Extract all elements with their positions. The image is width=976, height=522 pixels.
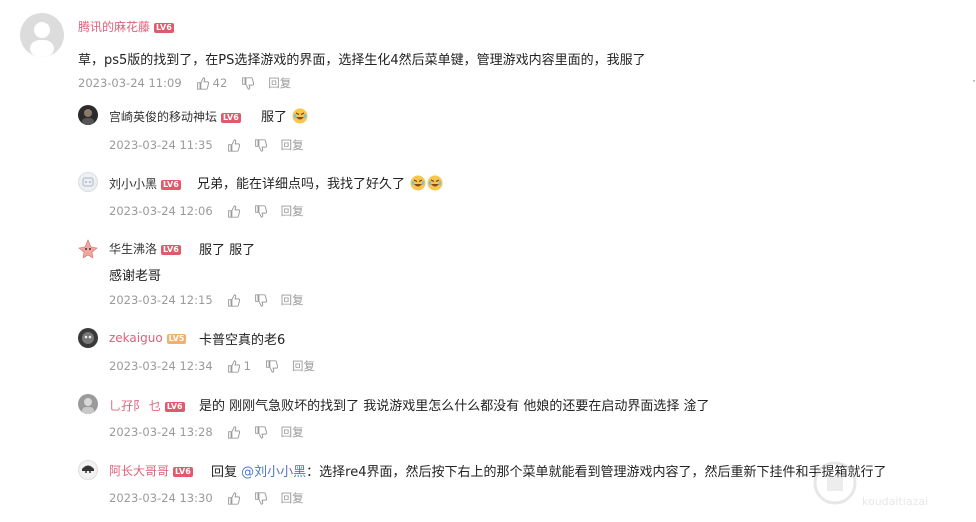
thumb-down-icon	[254, 138, 267, 152]
like-button[interactable]: 42	[196, 76, 228, 90]
username[interactable]: 刘小小黑 LV6	[109, 175, 181, 192]
level-badge: LV6	[154, 22, 174, 33]
level-badge: LV6	[173, 466, 193, 477]
level-badge: LV6	[161, 244, 181, 255]
dislike-button[interactable]	[254, 491, 267, 505]
comment-text: 草，ps5版的找到了，在PS选择游戏的界面，选择生化4然后菜单键，管理游戏内容里…	[78, 53, 646, 68]
username[interactable]: 宫崎英俊的移动神坛 LV6	[109, 108, 241, 125]
like-button[interactable]: 1	[227, 359, 251, 373]
thumb-up-icon	[196, 76, 209, 90]
laugh-cry-emoji-icon	[292, 108, 308, 124]
level-badge: LV6	[161, 179, 181, 190]
reply-button[interactable]: 回复	[292, 358, 315, 374]
comment-text-line2: 感谢老哥	[109, 269, 162, 284]
level-badge: LV5	[166, 333, 187, 344]
timestamp: 2023-03-24 13:30	[109, 491, 213, 505]
like-button[interactable]	[227, 491, 240, 505]
comment-meta: 2023-03-24 11:35 回复	[109, 137, 318, 153]
avatar[interactable]	[78, 394, 98, 414]
username[interactable]: 腾讯的麻花藤 LV6	[78, 18, 174, 35]
thumb-down-icon	[254, 204, 267, 218]
timestamp: 2023-03-24 13:28	[109, 425, 213, 439]
comment-meta: 2023-03-24 11:09 42 回复	[78, 75, 305, 91]
dislike-button[interactable]	[254, 204, 267, 218]
thumb-down-icon	[254, 491, 267, 505]
comment-text: 服了 服了	[199, 243, 256, 258]
avatar[interactable]	[78, 239, 98, 259]
timestamp: 2023-03-24 11:35	[109, 138, 213, 152]
like-button[interactable]	[227, 204, 240, 218]
comment-meta: 2023-03-24 12:06 回复	[109, 203, 318, 219]
username[interactable]: 乚孖阝 乜 LV6	[109, 397, 185, 414]
mention-link[interactable]: @刘小小黑	[241, 465, 306, 480]
username[interactable]: 华生沸洛 LV6	[109, 240, 181, 257]
comment-text: 回复 @刘小小黑：选择re4界面，然后按下右上的那个菜单就能看到管理游戏内容了，…	[211, 465, 887, 480]
thumb-up-icon	[227, 204, 240, 218]
comment-meta: 2023-03-24 13:28 回复	[109, 424, 318, 440]
thumb-up-icon	[227, 138, 240, 152]
dislike-button[interactable]	[254, 293, 267, 307]
reply-button[interactable]: 回复	[281, 424, 304, 440]
thumb-down-icon	[242, 76, 255, 90]
like-button[interactable]	[227, 293, 240, 307]
like-button[interactable]	[227, 138, 240, 152]
like-button[interactable]	[227, 425, 240, 439]
thumb-up-icon	[227, 491, 240, 505]
dislike-button[interactable]	[241, 76, 255, 90]
level-badge: LV6	[221, 112, 241, 123]
timestamp: 2023-03-24 12:15	[109, 293, 213, 307]
reply-button[interactable]: 回复	[281, 292, 304, 308]
reply-button[interactable]: 回复	[281, 137, 304, 153]
timestamp: 2023-03-24 12:06	[109, 204, 213, 218]
site-watermark: koudaitiazai	[810, 455, 970, 515]
like-count: 42	[212, 76, 228, 90]
timestamp: 2023-03-24 12:34	[109, 359, 213, 373]
avatar[interactable]	[78, 172, 98, 192]
side-dot: ·	[972, 74, 976, 88]
reply-button[interactable]: 回复	[268, 75, 291, 91]
username[interactable]: zekaiguo LV5	[109, 331, 187, 345]
avatar[interactable]	[78, 105, 98, 125]
avatar[interactable]	[78, 328, 98, 348]
reply-button[interactable]: 回复	[281, 490, 304, 506]
dislike-button[interactable]	[265, 359, 278, 373]
thumb-up-icon	[227, 359, 240, 373]
level-badge: LV6	[164, 401, 185, 412]
thumb-down-icon	[254, 425, 267, 439]
comment-text: 是的 刚刚气急败坏的找到了 我说游戏里怎么什么都没有 他娘的还要在启动界面选择 …	[199, 399, 710, 414]
thumb-up-icon	[227, 425, 240, 439]
watermark-text: koudaitiazai	[862, 495, 928, 508]
comment-text: 服了	[261, 106, 308, 125]
reply-button[interactable]: 回复	[281, 203, 304, 219]
comment-meta: 2023-03-24 13:30 回复	[109, 490, 318, 506]
avatar[interactable]	[78, 460, 98, 480]
thumb-down-icon	[254, 293, 267, 307]
username[interactable]: 阿长大哥哥 LV6	[109, 462, 193, 479]
comment-meta: 2023-03-24 12:34 1 回复	[109, 358, 329, 374]
reply-prefix: 回复	[211, 465, 238, 480]
comment-text: 卡普空真的老6	[199, 333, 286, 348]
avatar[interactable]	[20, 13, 64, 57]
comment-meta: 2023-03-24 12:15 回复	[109, 292, 318, 308]
comment-text: 兄弟，能在详细点吗，我找了好久了	[197, 173, 443, 192]
timestamp: 2023-03-24 11:09	[78, 76, 182, 90]
laugh-cry-emoji-icon	[427, 175, 443, 191]
dislike-button[interactable]	[254, 138, 267, 152]
like-count: 1	[243, 359, 251, 373]
dislike-button[interactable]	[254, 425, 267, 439]
laugh-cry-emoji-icon	[410, 175, 426, 191]
thumb-up-icon	[227, 293, 240, 307]
thumb-down-icon	[266, 359, 278, 373]
